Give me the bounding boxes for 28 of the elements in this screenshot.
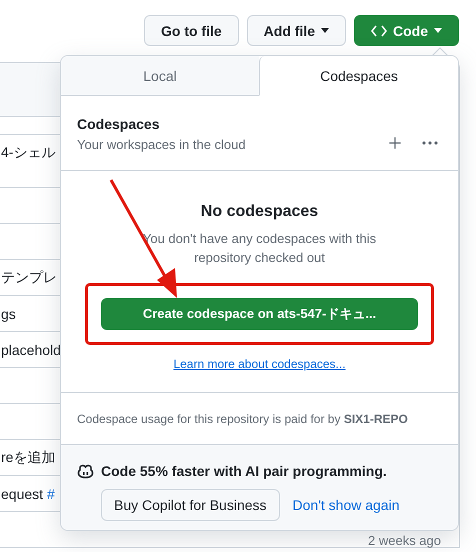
billing-note: Codespace usage for this repository is paid for by SIX1-REPO [77,412,408,426]
commit-message: gs [1,306,16,322]
go-to-file-button[interactable]: Go to file [144,15,239,46]
commit-message: equest # [1,486,55,502]
caret-icon [321,28,329,33]
promo-text: Code 55% faster with AI pair programming. [101,463,387,479]
commit-message: placehold [1,342,61,358]
dont-show-again-link[interactable]: Don't show again [292,497,400,513]
add-file-button[interactable]: Add file [246,15,346,46]
copilot-icon [77,464,94,478]
commit-time: 2 weeks ago [368,533,441,548]
pull-request-link[interactable]: # [46,486,55,502]
section-subtitle: Your workspaces in the cloud [77,137,247,152]
tab[interactable]: Codespaces [259,56,458,96]
tab[interactable]: Local [61,56,259,96]
plus-icon [386,134,404,152]
section-title: Codespaces [77,116,160,132]
commit-message: reを追加 [1,448,56,466]
create-codespace-button[interactable]: Create codespace on ats-547-ドキュ... [101,298,418,330]
code-icon [371,24,387,36]
commit-message: 4-シェル [1,144,56,162]
empty-state-title: No codespaces [200,203,318,221]
caret-icon [434,28,442,33]
code-button[interactable]: Code [354,15,459,46]
buy-copilot-button[interactable]: Buy Copilot for Business [101,489,280,521]
commit-message: テンプレ [1,268,57,286]
ellipsis-icon [422,141,438,145]
learn-more-link[interactable]: Learn more about codespaces... [173,357,346,371]
